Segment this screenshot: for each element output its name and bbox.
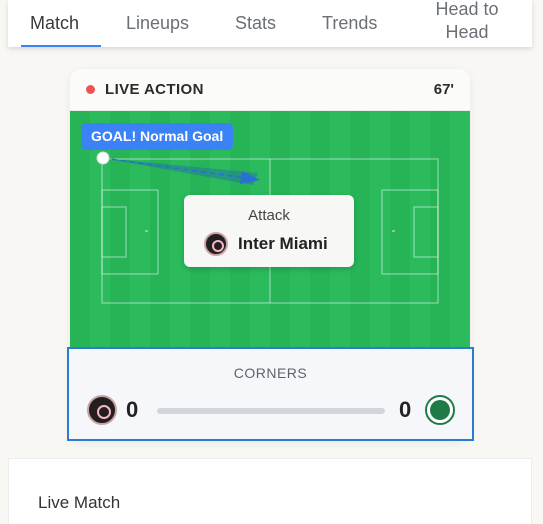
active-tab-indicator xyxy=(21,45,101,47)
tab-stats[interactable]: Stats xyxy=(235,12,276,35)
live-indicator-icon xyxy=(86,85,95,94)
goal-event-label: GOAL! Normal Goal xyxy=(81,123,234,150)
live-action-title: LIVE ACTION xyxy=(105,81,204,98)
attack-popup: Attack Inter Miami xyxy=(184,195,354,267)
tab-trends[interactable]: Trends xyxy=(322,12,377,35)
attacking-team-name: Inter Miami xyxy=(238,234,328,253)
live-match-section: Live Match xyxy=(8,458,532,524)
match-minute: 67' xyxy=(433,81,454,98)
corners-comparison-bar xyxy=(157,408,385,414)
match-tabs: Match Lineups Stats Trends Head to Head xyxy=(8,0,532,47)
corners-title: CORNERS xyxy=(233,365,308,381)
tab-head-to-head[interactable]: Head to Head xyxy=(426,0,508,44)
attacking-team: Inter Miami xyxy=(204,232,328,256)
ball-icon xyxy=(96,151,110,165)
pitch: GOAL! Normal Goal Attack Inter Miami xyxy=(70,111,470,351)
corners-stat[interactable]: CORNERS 0 0 xyxy=(67,347,474,441)
attack-label: Attack xyxy=(248,207,290,224)
home-corners-value: 0 xyxy=(126,397,139,422)
live-action-header: LIVE ACTION 67' xyxy=(70,69,470,111)
tab-match[interactable]: Match xyxy=(30,12,79,35)
attack-direction-arrow xyxy=(103,158,258,185)
inter-miami-logo-icon xyxy=(204,232,228,256)
palmeiras-logo-icon xyxy=(425,395,455,425)
live-match-title: Live Match xyxy=(38,493,121,512)
tab-lineups[interactable]: Lineups xyxy=(126,12,189,35)
away-corners-value: 0 xyxy=(399,397,412,422)
inter-miami-logo-icon xyxy=(87,395,117,425)
